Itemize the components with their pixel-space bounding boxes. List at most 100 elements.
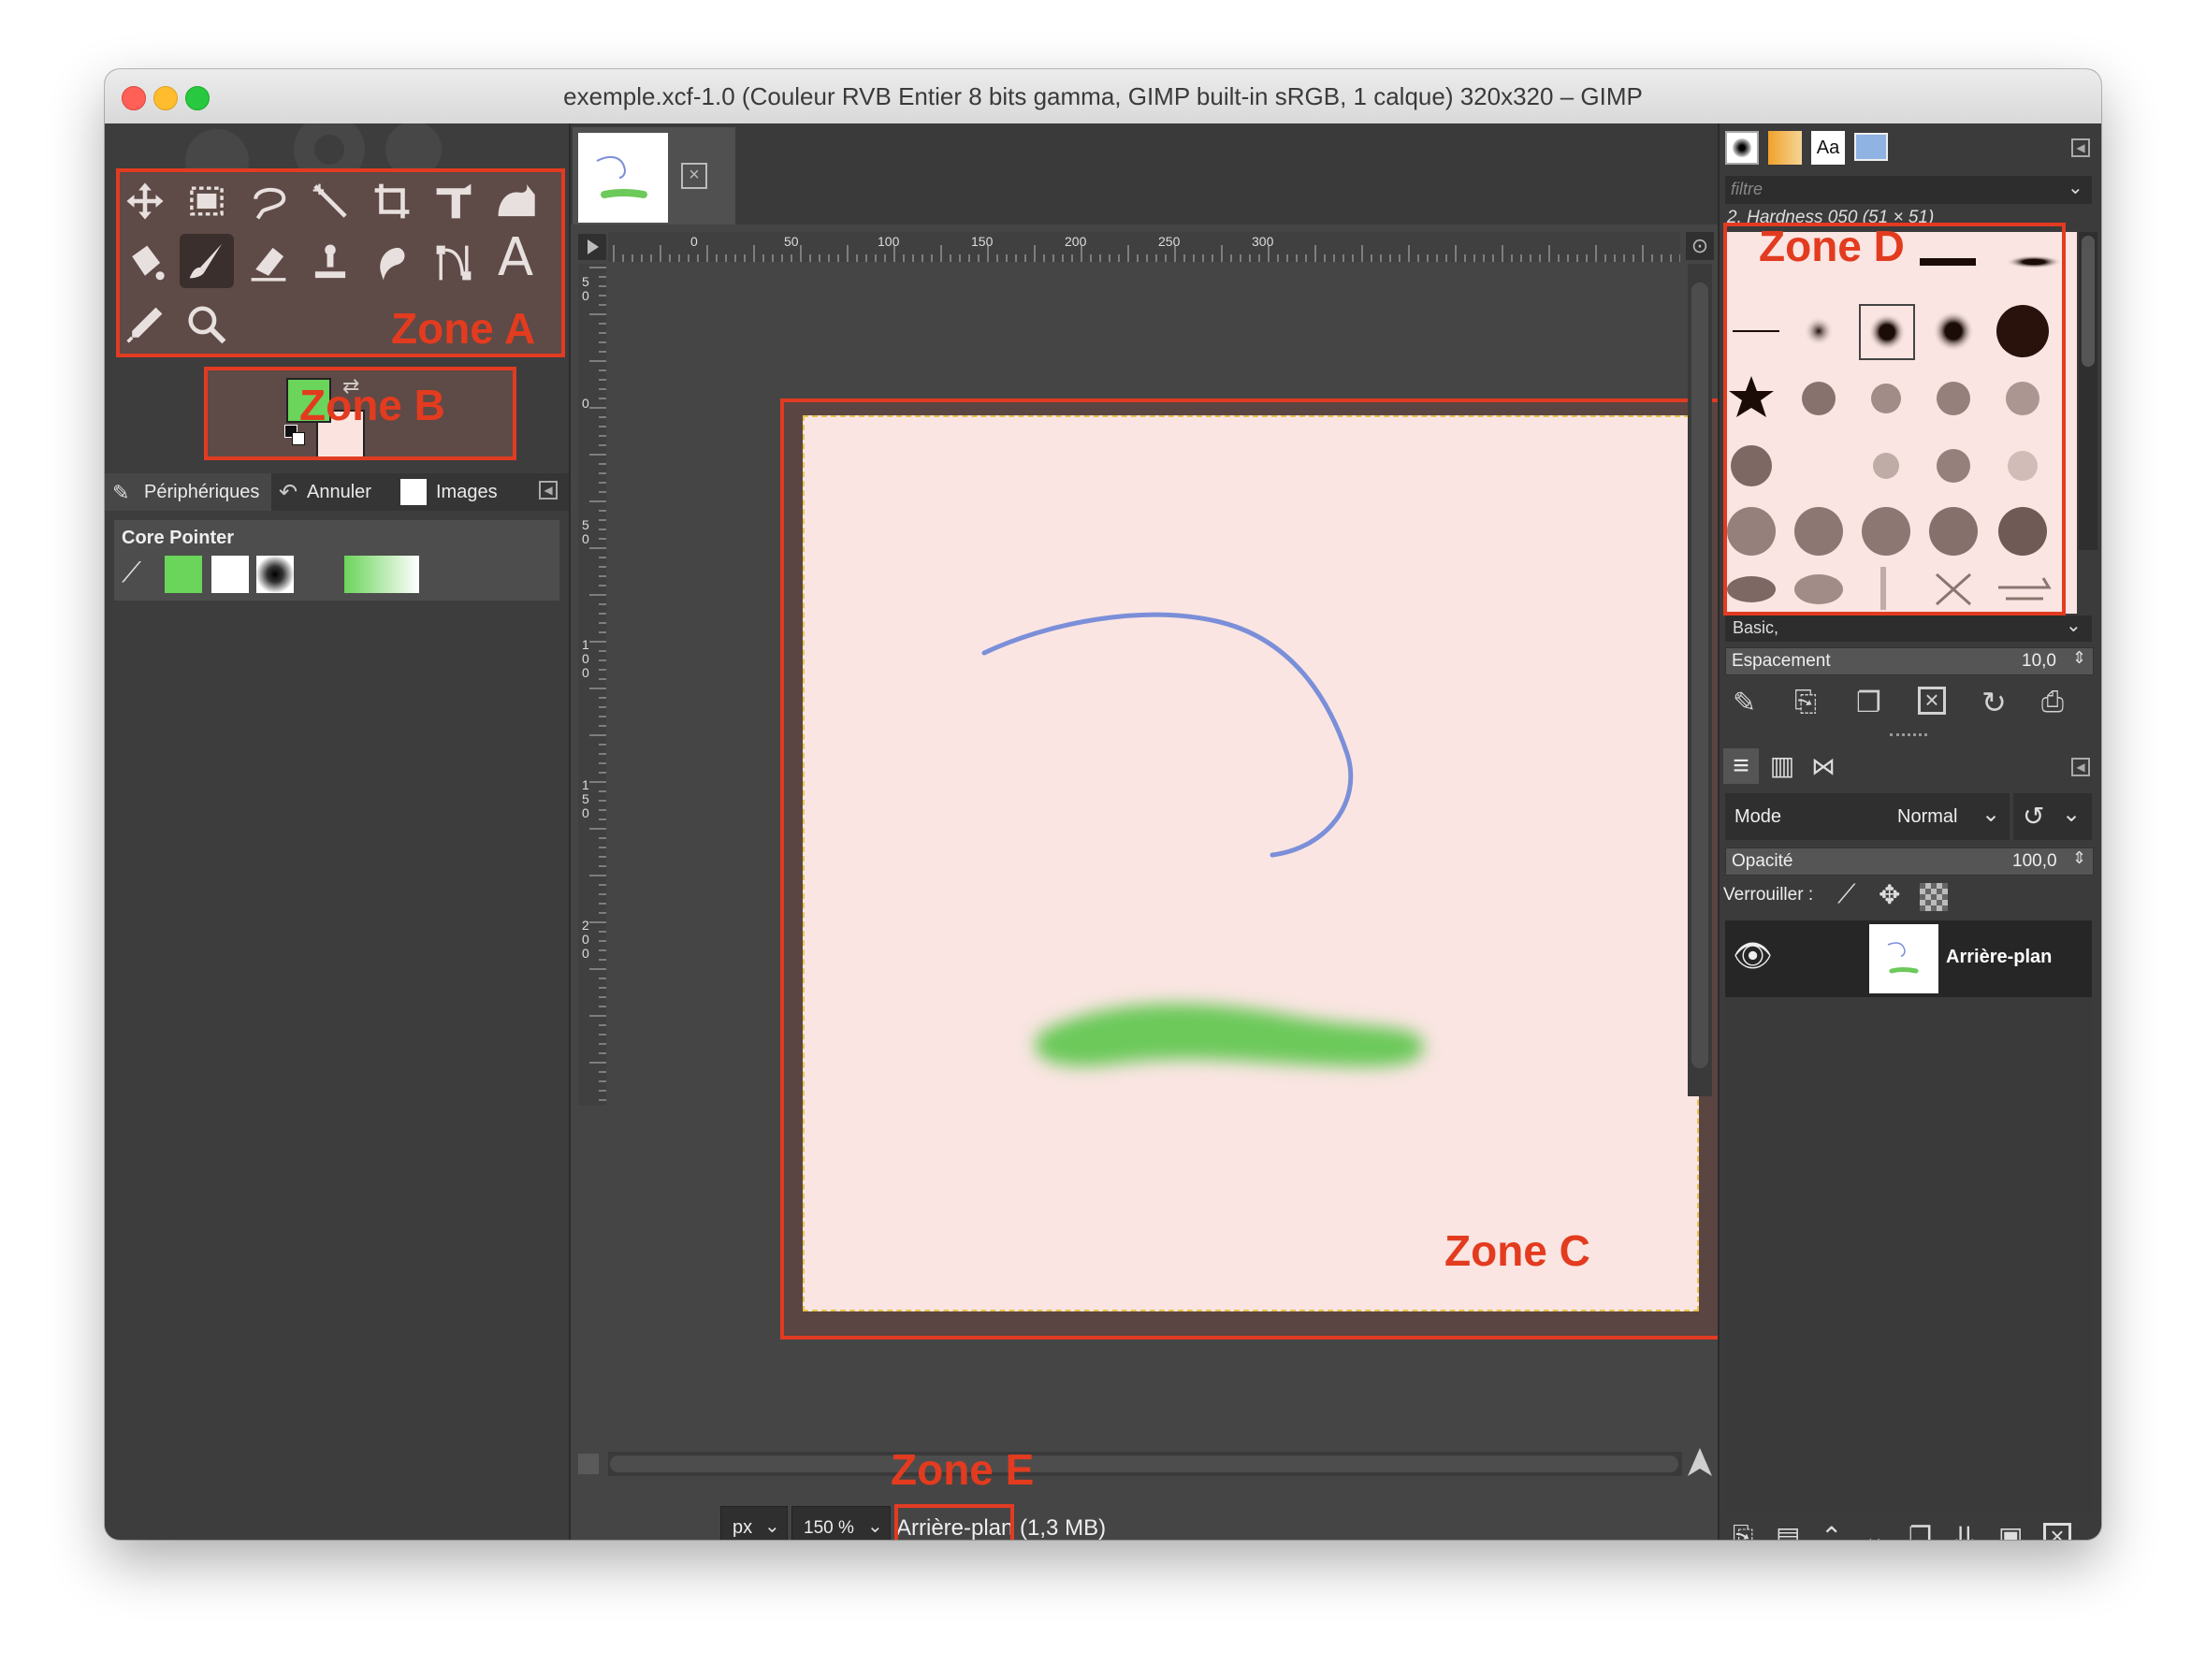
brushes-tab-icon[interactable] xyxy=(1725,131,1759,165)
raise-layer-icon[interactable]: ⌃ xyxy=(1821,1521,1842,1540)
eye-icon[interactable]: 👁 xyxy=(1733,937,1773,975)
dock-menu-icon[interactable]: ◀ xyxy=(2071,758,2090,776)
chevron-down-icon: ⌄ xyxy=(2066,616,2082,636)
zoom-fit-icon[interactable]: ⊙ xyxy=(1686,232,1714,260)
chevron-down-icon: ⌄ xyxy=(1981,802,2001,827)
delete-layer-icon[interactable]: × xyxy=(2043,1523,2071,1540)
spacing-label: Espacement xyxy=(1732,651,1831,671)
vruler-label: 5 0 xyxy=(582,274,589,303)
close-tab-icon[interactable]: × xyxy=(681,163,707,189)
ruler-label: 300 xyxy=(1252,234,1274,249)
brush-tag-input[interactable]: Basic, ⌄ xyxy=(1725,616,2092,642)
chevron-down-icon: ⌄ xyxy=(2068,178,2083,198)
layer-row[interactable]: 👁 Arrière-plan xyxy=(1725,920,2092,997)
undo-icon: ↶ xyxy=(279,480,298,505)
ruler-label: 250 xyxy=(1158,234,1181,249)
vertical-scroll-thumb[interactable] xyxy=(1691,282,1708,1068)
opacity-spinner[interactable]: Opacité 100,0 ⇕ xyxy=(1725,847,2094,876)
new-layer-group-icon[interactable]: ▤ xyxy=(1776,1521,1800,1540)
paths-tab-icon[interactable]: ⋈ xyxy=(1806,748,1841,784)
mode-value: Normal xyxy=(1897,806,1958,827)
toolbox-panel: A Zone A ⇄ Zone B ✎ Périphériques ↶ Annu… xyxy=(105,123,571,1540)
vruler-label: 0 xyxy=(582,396,589,411)
lock-position-icon[interactable]: ✥ xyxy=(1879,879,1900,910)
vruler-label: 2 0 0 xyxy=(582,918,589,961)
image-tab-thumbnail xyxy=(578,133,668,223)
layer-mode-select[interactable]: Mode Normal ⌄ xyxy=(1725,793,2010,840)
brush-filter-input[interactable]: filtre ⌄ xyxy=(1725,176,2092,204)
chevron-down-icon: ⌄ xyxy=(2062,802,2082,827)
edit-brush-icon[interactable]: ✎ xyxy=(1733,687,1756,719)
layer-mask-icon[interactable]: ▣ xyxy=(1998,1521,2023,1540)
spacing-spinner[interactable]: Espacement 10,0 ⇕ xyxy=(1725,647,2094,675)
chevron-down-icon: ⌄ xyxy=(867,1516,883,1537)
dock-menu-icon[interactable]: ◀ xyxy=(2071,138,2090,157)
save-device-icon[interactable]: ⤓ xyxy=(324,1538,335,1540)
brush-scrollbar[interactable] xyxy=(2079,232,2097,550)
vruler-label: 1 5 0 xyxy=(582,777,589,820)
filter-placeholder: filtre xyxy=(1731,180,1763,198)
ruler-label: 200 xyxy=(1065,234,1087,249)
image-tab[interactable]: × xyxy=(573,127,735,224)
layers-tab-icon[interactable]: ≡ xyxy=(1723,748,1759,784)
device-bg-color xyxy=(211,556,249,593)
zone-c-label: Zone C xyxy=(1444,1226,1590,1275)
ruler-label: 150 xyxy=(971,234,994,249)
device-tool-icon: ⟋ xyxy=(122,558,141,588)
composite-icon: ↺ xyxy=(2023,802,2045,831)
quick-mask-icon[interactable] xyxy=(578,1454,599,1474)
layer-buttons: ⎘ ▤ ⌃ ⌄ ❐ ⇊ ▣ × xyxy=(1725,1521,2099,1540)
tab-images[interactable]: Images xyxy=(385,473,509,511)
zone-d-label: Zone D xyxy=(1759,222,1905,270)
ruler-corner-icon[interactable] xyxy=(578,234,606,260)
horizontal-ruler-labels: 0 50 100 150 200 250 300 xyxy=(608,232,1680,262)
opacity-value: 100,0 xyxy=(2012,851,2057,871)
channels-tab-icon[interactable]: ▥ xyxy=(1764,748,1800,784)
navigate-icon[interactable] xyxy=(1686,1446,1714,1478)
image-window: × 0 50 100 150 200 250 300 ⊙ 5 0 0 5 0 1… xyxy=(571,123,1742,1540)
gradients-tab-icon[interactable] xyxy=(1768,131,1802,165)
lock-pixels-icon[interactable]: ⟋ xyxy=(1837,879,1856,910)
merge-layer-icon[interactable]: ⇊ xyxy=(1953,1521,1975,1540)
brush-tag-value: Basic, xyxy=(1733,618,1779,637)
brush-scroll-thumb[interactable] xyxy=(2082,236,2095,367)
duplicate-layer-icon[interactable]: ❐ xyxy=(1908,1521,1932,1540)
unit-value: px xyxy=(733,1517,753,1538)
duplicate-brush-icon[interactable]: ❐ xyxy=(1856,687,1881,719)
horizontal-scroll-thumb[interactable] xyxy=(610,1456,1678,1472)
device-gradient xyxy=(344,556,419,593)
layers-list xyxy=(1725,919,2092,1512)
dock-separator-handle[interactable] xyxy=(1890,733,1927,742)
tab-devices[interactable]: ✎ Périphériques xyxy=(105,473,271,511)
zone-b-label: Zone B xyxy=(299,381,445,429)
tab-undo[interactable]: ↶ Annuler xyxy=(273,473,395,511)
fonts-tab-icon[interactable]: Aa xyxy=(1811,131,1845,165)
device-brush xyxy=(256,556,294,593)
composite-mode-select[interactable]: ↺ ⌄ xyxy=(2013,793,2092,840)
unit-select[interactable]: px ⌄ xyxy=(720,1506,788,1540)
document-history-tab-icon[interactable] xyxy=(1854,133,1888,161)
tab-devices-label: Périphériques xyxy=(144,482,260,502)
zone-a-label: Zone A xyxy=(391,304,536,353)
open-brush-as-image-icon[interactable]: ⎙ xyxy=(2041,687,2064,718)
zone-e-frame xyxy=(894,1504,1014,1540)
delete-brush-icon[interactable]: × xyxy=(1918,687,1946,715)
lock-alpha-icon[interactable] xyxy=(1920,883,1948,911)
lock-label: Verrouiller : xyxy=(1723,885,1814,905)
window-title: exemple.xcf-1.0 (Couleur RVB Entier 8 bi… xyxy=(563,82,1643,110)
title-bar: exemple.xcf-1.0 (Couleur RVB Entier 8 bi… xyxy=(105,69,2101,124)
new-brush-icon[interactable]: ⎘ xyxy=(1794,687,1817,718)
zoom-select[interactable]: 150 % ⌄ xyxy=(791,1506,891,1540)
dock-menu-icon[interactable]: ◀ xyxy=(539,481,558,500)
ruler-label: 100 xyxy=(878,234,900,249)
right-dock: Aa ◀ filtre ⌄ 2. Hardness 050 (51 × 51) xyxy=(1718,123,2101,1540)
vruler-label: 5 0 xyxy=(582,517,589,546)
vertical-scrollbar[interactable] xyxy=(1688,264,1712,1096)
image-thumb-icon xyxy=(400,479,427,505)
horizontal-scrollbar[interactable] xyxy=(608,1452,1682,1476)
zone-d-frame xyxy=(1723,223,2066,616)
new-layer-icon[interactable]: ⎘ xyxy=(1733,1521,1753,1540)
spacing-value: 10,0 xyxy=(2022,651,2056,671)
lower-layer-icon[interactable]: ⌄ xyxy=(1864,1521,1885,1540)
refresh-brushes-icon[interactable]: ↻ xyxy=(1981,685,2007,720)
